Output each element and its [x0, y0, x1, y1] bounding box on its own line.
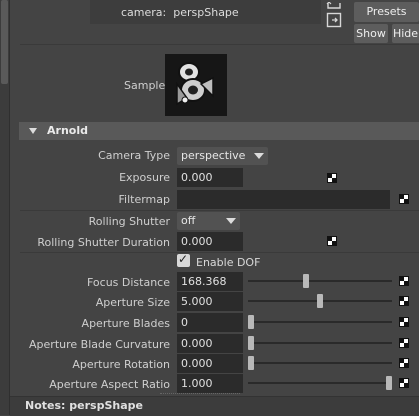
rolling-shutter-label: Rolling Shutter	[88, 215, 170, 228]
enable-dof-label: Enable DOF	[196, 256, 261, 269]
sample-label: Sample	[124, 79, 166, 92]
aperture-aspect-ratio-field[interactable]: 1.000	[177, 374, 243, 393]
aperture-aspect-ratio-label: Aperture Aspect Ratio	[49, 378, 170, 391]
camera-label: camera:	[121, 6, 167, 19]
aperture-blade-curvature-slider-handle[interactable]	[248, 336, 254, 350]
aperture-blade-curvature-field[interactable]: 0.000	[177, 334, 243, 353]
hide-button[interactable]: Hide	[392, 24, 419, 43]
aperture-blade-curvature-map-button[interactable]	[399, 338, 409, 348]
aperture-rotation-label: Aperture Rotation	[72, 358, 170, 371]
exposure-field[interactable]: 0.000	[177, 168, 243, 187]
camera-type-value: perspective	[181, 149, 246, 162]
aperture-blades-slider-track[interactable]	[248, 321, 392, 323]
divider	[20, 252, 419, 253]
filtermap-label: Filtermap	[118, 193, 171, 206]
chevron-down-icon	[226, 218, 236, 224]
aperture-rotation-field[interactable]: 0.000	[177, 354, 243, 373]
chevron-down-icon	[254, 153, 264, 159]
aperture-size-slider-handle[interactable]	[317, 294, 323, 308]
aperture-aspect-ratio-map-button[interactable]	[399, 378, 409, 388]
aperture-blades-field[interactable]: 0	[177, 313, 243, 332]
rolling-shutter-duration-field[interactable]: 0.000	[177, 232, 243, 251]
aperture-blade-curvature-label: Aperture Blade Curvature	[29, 338, 170, 351]
section-title: Arnold	[47, 124, 88, 137]
aperture-aspect-ratio-slider-track[interactable]	[248, 382, 392, 384]
rolling-shutter-duration-map-button[interactable]	[327, 236, 337, 246]
exposure-label: Exposure	[119, 171, 170, 184]
aperture-rotation-slider-handle[interactable]	[248, 356, 254, 370]
collapse-arrow-icon[interactable]	[29, 128, 37, 134]
aperture-blade-curvature-slider-track[interactable]	[248, 342, 392, 344]
focus-distance-slider-track[interactable]	[248, 280, 392, 282]
checkmark-icon: ✓	[178, 252, 189, 266]
focus-distance-label: Focus Distance	[86, 276, 170, 289]
focus-distance-map-button[interactable]	[399, 276, 409, 286]
notes-label: Notes: perspShape	[25, 399, 143, 412]
camera-type-label: Camera Type	[98, 149, 170, 162]
sample-swatch[interactable]	[165, 54, 227, 116]
presets-button[interactable]: Presets	[354, 2, 419, 22]
filtermap-field[interactable]	[177, 190, 390, 209]
show-button[interactable]: Show	[354, 24, 388, 43]
aperture-rotation-map-button[interactable]	[399, 358, 409, 368]
go-to-input-icon[interactable]	[326, 12, 344, 30]
aperture-size-map-button[interactable]	[399, 296, 409, 306]
divider	[20, 44, 419, 45]
drag-handle[interactable]	[160, 393, 240, 394]
focus-distance-slider-handle[interactable]	[303, 274, 310, 288]
focus-distance-field[interactable]: 168.368	[177, 272, 243, 291]
exposure-map-button[interactable]	[327, 173, 337, 183]
aperture-blades-label: Aperture Blades	[81, 317, 170, 330]
aperture-size-label: Aperture Size	[95, 296, 170, 309]
scrollbar-thumb[interactable]	[1, 0, 8, 84]
aperture-blades-slider-handle[interactable]	[248, 315, 254, 329]
divider	[20, 210, 419, 211]
aperture-aspect-ratio-slider-handle[interactable]	[386, 376, 392, 390]
camera-value: perspShape	[173, 6, 239, 19]
aperture-size-field[interactable]: 5.000	[177, 292, 243, 311]
camera-sample-icon	[176, 62, 214, 106]
rolling-shutter-duration-label: Rolling Shutter Duration	[37, 236, 170, 249]
aperture-blades-map-button[interactable]	[399, 317, 409, 327]
filtermap-map-button[interactable]	[399, 194, 409, 204]
camera-node-name: camera: perspShape	[121, 6, 239, 19]
aperture-rotation-slider-track[interactable]	[248, 362, 392, 364]
rolling-shutter-value: off	[181, 214, 196, 227]
